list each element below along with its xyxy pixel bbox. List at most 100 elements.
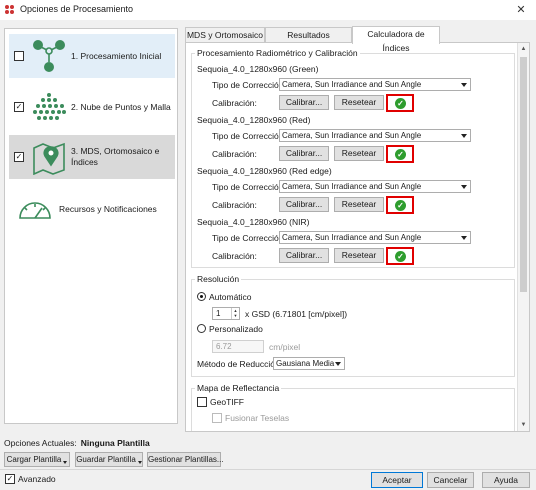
- sidebar-item-point-cloud[interactable]: ✓ 2. Nube de Puntos y Malla: [9, 85, 175, 129]
- gauge-icon: [19, 202, 51, 219]
- chevron-down-icon: [63, 461, 68, 464]
- reset-button-red-edge[interactable]: Resetear: [334, 197, 384, 212]
- calibrate-button-green[interactable]: Calibrar...: [279, 95, 329, 110]
- chevron-down-icon: [461, 83, 467, 87]
- scroll-up-icon[interactable]: ▲: [518, 43, 529, 55]
- auto-resolution-label: Automático: [209, 292, 252, 302]
- window-title: Opciones de Procesamiento: [20, 4, 134, 14]
- tab-additional-outputs[interactable]: Resultados Adicionales: [265, 27, 352, 54]
- load-template-button[interactable]: Cargar Plantilla: [4, 452, 70, 467]
- geotiff-checkbox[interactable]: [197, 397, 207, 407]
- merge-tiles-checkbox[interactable]: [212, 413, 222, 423]
- correction-select-nir[interactable]: Camera, Sun Irradiance and Sun Angle: [279, 231, 471, 244]
- calibration-label: Calibración:: [212, 149, 257, 159]
- chevron-down-icon: [137, 461, 142, 464]
- custom-resolution-label: Personalizado: [209, 324, 263, 334]
- calibration-status-green: ✓: [386, 94, 414, 112]
- tab-index-calculator[interactable]: Calculadora de Índices: [352, 26, 440, 53]
- step-label: 3. MDS, Ortomosaico e Índices: [71, 146, 160, 167]
- custom-resolution-unit: cm/pixel: [269, 342, 301, 352]
- calibrate-button-nir[interactable]: Calibrar...: [279, 248, 329, 263]
- reflectance-map-group: Mapa de Reflectancia: [191, 383, 515, 431]
- step-label: Recursos y Notificaciones: [59, 204, 157, 214]
- check-circle-icon: ✓: [395, 98, 406, 109]
- title-bar: Opciones de Procesamiento ✕: [0, 0, 536, 20]
- correction-value: Camera, Sun Irradiance and Sun Angle: [282, 182, 422, 191]
- cancel-button[interactable]: Cancelar: [427, 472, 474, 488]
- chevron-down-icon: [461, 185, 467, 189]
- correction-label: Tipo de Corrección:: [212, 233, 286, 243]
- reduction-method-select[interactable]: Gausiana Media: [273, 357, 345, 370]
- auto-resolution-radio[interactable]: [197, 292, 206, 301]
- band-name: Sequoia_4.0_1280x960 (NIR): [197, 217, 310, 227]
- check-circle-icon: ✓: [395, 251, 406, 262]
- load-template-label: Cargar Plantilla: [6, 455, 62, 464]
- spin-arrows-icon[interactable]: ▲ ▼: [231, 308, 239, 319]
- sidebar-item-dsm-orthomosaic[interactable]: ✓ 3. MDS, Ortomosaico e Índices: [9, 135, 175, 179]
- custom-resolution-input[interactable]: 6.72: [212, 340, 264, 353]
- correction-label: Tipo de Corrección:: [212, 131, 286, 141]
- band-name: Sequoia_4.0_1280x960 (Green): [197, 64, 319, 74]
- manage-templates-button[interactable]: Gestionar Plantillas...: [147, 452, 224, 467]
- scrollbar-thumb[interactable]: [520, 57, 527, 292]
- gsd-suffix: x GSD (6.71801 [cm/pixel]): [245, 309, 348, 319]
- calibration-label: Calibración:: [212, 251, 257, 261]
- gsd-multiplier-input[interactable]: 1 ▲ ▼: [212, 307, 240, 320]
- calibration-status-red-edge: ✓: [386, 196, 414, 214]
- correction-select-green[interactable]: Camera, Sun Irradiance and Sun Angle: [279, 78, 471, 91]
- group-title: Procesamiento Radiométrico y Calibración: [195, 48, 360, 58]
- current-options-label: Opciones Actuales:: [4, 438, 77, 448]
- reset-button-green[interactable]: Resetear: [334, 95, 384, 110]
- reduction-method-value: Gausiana Media: [276, 359, 335, 368]
- save-template-button[interactable]: Guardar Plantilla: [75, 452, 143, 467]
- step-checkbox[interactable]: [14, 51, 24, 61]
- close-button[interactable]: ✕: [506, 0, 536, 20]
- save-template-label: Guardar Plantilla: [76, 455, 136, 464]
- correction-select-red-edge[interactable]: Camera, Sun Irradiance and Sun Angle: [279, 180, 471, 193]
- band-name: Sequoia_4.0_1280x960 (Red): [197, 115, 311, 125]
- help-button[interactable]: Ayuda: [482, 472, 530, 488]
- sidebar-item-initial-processing[interactable]: 1. Procesamiento Inicial: [9, 34, 175, 78]
- calibration-label: Calibración:: [212, 98, 257, 108]
- correction-label: Tipo de Corrección:: [212, 80, 286, 90]
- geotiff-label: GeoTIFF: [210, 397, 245, 407]
- sidebar-item-resources[interactable]: Recursos y Notificaciones: [9, 187, 175, 231]
- reduction-method-label: Método de Reducción:: [197, 359, 283, 369]
- correction-value: Camera, Sun Irradiance and Sun Angle: [282, 131, 422, 140]
- advanced-checkbox[interactable]: ✓: [5, 474, 15, 484]
- calibration-label: Calibración:: [212, 200, 257, 210]
- processing-nodes-icon: [33, 40, 65, 72]
- processing-steps-sidebar: 1. Procesamiento Inicial ✓ 2. Nube de Pu…: [4, 28, 178, 424]
- accept-button[interactable]: Aceptar: [371, 472, 423, 488]
- map-pin-icon: [33, 142, 65, 175]
- panel-scrollbar[interactable]: ▲ ▼: [517, 43, 529, 431]
- correction-value: Camera, Sun Irradiance and Sun Angle: [282, 80, 422, 89]
- step-checkbox[interactable]: ✓: [14, 102, 24, 112]
- reset-button-nir[interactable]: Resetear: [334, 248, 384, 263]
- calibrate-button-red-edge[interactable]: Calibrar...: [279, 197, 329, 212]
- check-circle-icon: ✓: [395, 200, 406, 211]
- calibration-status-red: ✓: [386, 145, 414, 163]
- chevron-down-icon: [461, 236, 467, 240]
- correction-value: Camera, Sun Irradiance and Sun Angle: [282, 233, 422, 242]
- tab-dsm-orthomosaic[interactable]: MDS y Ortomosaico: [185, 27, 265, 43]
- advanced-label: Avanzado: [18, 474, 56, 484]
- scroll-down-icon[interactable]: ▼: [518, 419, 529, 431]
- point-cloud-icon: [33, 93, 66, 120]
- calibrate-button-red[interactable]: Calibrar...: [279, 146, 329, 161]
- reset-button-red[interactable]: Resetear: [334, 146, 384, 161]
- step-checkbox[interactable]: ✓: [14, 152, 24, 162]
- current-template: Ninguna Plantilla: [80, 438, 150, 448]
- app-icon: [5, 5, 14, 14]
- correction-label: Tipo de Corrección:: [212, 182, 286, 192]
- current-options: Opciones Actuales: Ninguna Plantilla: [4, 438, 150, 448]
- correction-select-red[interactable]: Camera, Sun Irradiance and Sun Angle: [279, 129, 471, 142]
- footer-divider: [0, 469, 536, 470]
- chevron-down-icon: [461, 134, 467, 138]
- check-circle-icon: ✓: [395, 149, 406, 160]
- gsd-value: 1: [216, 309, 221, 318]
- step-label: 2. Nube de Puntos y Malla: [71, 102, 171, 112]
- chevron-down-icon: [335, 362, 341, 366]
- group-title: Resolución: [195, 274, 242, 284]
- custom-resolution-radio[interactable]: [197, 324, 206, 333]
